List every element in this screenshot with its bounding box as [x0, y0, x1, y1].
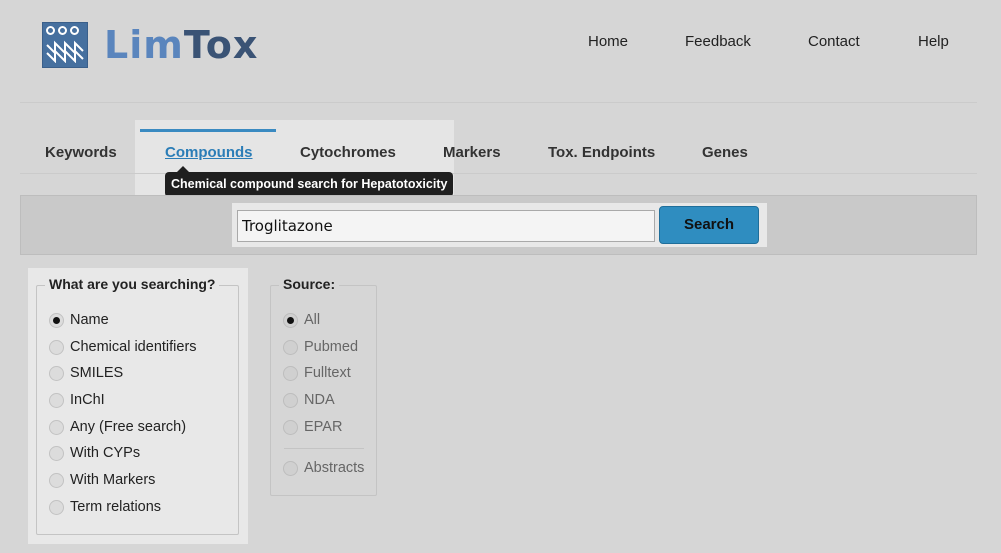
source-option-epar[interactable]: EPAR [283, 419, 342, 435]
search-type-option-name[interactable]: Name [49, 312, 109, 328]
radio-button[interactable] [49, 365, 64, 381]
search-type-option-any[interactable]: Any (Free search) [49, 419, 186, 435]
tab-markers[interactable]: Markers [443, 144, 501, 161]
option-label: With CYPs [70, 445, 141, 461]
search-type-option-inchi[interactable]: InChI [49, 392, 105, 408]
source-option-abstracts[interactable]: Abstracts [283, 460, 364, 476]
option-label: Term relations [70, 499, 162, 515]
nav-contact-link[interactable]: Contact [808, 33, 860, 50]
search-input[interactable] [237, 210, 655, 242]
tab-genes[interactable]: Genes [702, 144, 748, 161]
radio-button[interactable] [49, 499, 64, 515]
radio-button[interactable] [49, 392, 64, 408]
tab-compounds[interactable]: Compounds [165, 144, 253, 161]
radio-button[interactable] [283, 460, 298, 476]
search-tabs: Keywords Compounds Cytochromes Markers T… [0, 130, 1001, 175]
radio-button[interactable] [49, 419, 64, 435]
radio-button[interactable] [283, 339, 298, 355]
search-button[interactable]: Search [659, 206, 759, 244]
source-option-fulltext[interactable]: Fulltext [283, 365, 351, 381]
option-label: EPAR [304, 419, 343, 435]
option-label: All [304, 312, 321, 328]
nav-feedback-link[interactable]: Feedback [685, 33, 751, 50]
radio-button[interactable] [49, 445, 64, 461]
source-option-pubmed[interactable]: Pubmed [283, 339, 358, 355]
option-label: InChI [70, 392, 105, 408]
source-divider [284, 448, 364, 449]
option-label: Name [70, 312, 109, 328]
search-type-option-with-cyps[interactable]: With CYPs [49, 445, 140, 461]
radio-button[interactable] [283, 365, 298, 381]
nav-help-link[interactable]: Help [918, 33, 949, 50]
radio-button[interactable] [283, 419, 298, 435]
search-type-option-chemical-identifiers[interactable]: Chemical identifiers [49, 339, 197, 355]
search-type-legend: What are you searching? [45, 276, 220, 292]
radio-button[interactable] [283, 312, 298, 328]
nav-home-link[interactable]: Home [588, 33, 628, 50]
option-label: With Markers [70, 472, 156, 488]
search-type-option-with-markers[interactable]: With Markers [49, 472, 155, 488]
search-type-option-smiles[interactable]: SMILES [49, 365, 123, 381]
option-label: Any (Free search) [70, 419, 187, 435]
compounds-tooltip: Chemical compound search for Hepatotoxic… [165, 166, 454, 197]
tab-cytochromes[interactable]: Cytochromes [300, 144, 396, 161]
radio-button[interactable] [283, 392, 298, 408]
source-option-nda[interactable]: NDA [283, 392, 335, 408]
source-legend: Source: [279, 276, 340, 292]
header-divider [20, 102, 977, 103]
option-label: NDA [304, 392, 335, 408]
radio-button[interactable] [49, 312, 64, 328]
source-option-all[interactable]: All [283, 312, 320, 328]
option-label: Pubmed [304, 339, 359, 355]
option-label: Abstracts [304, 460, 365, 476]
tabs-divider [20, 173, 977, 174]
tab-keywords[interactable]: Keywords [45, 144, 117, 161]
tab-tox-endpoints[interactable]: Tox. Endpoints [548, 144, 655, 161]
option-label: Fulltext [304, 365, 351, 381]
option-label: Chemical identifiers [70, 339, 197, 355]
top-navigation: Home Feedback Contact Help [0, 33, 1001, 53]
search-type-option-term-relations[interactable]: Term relations [49, 499, 161, 515]
radio-button[interactable] [49, 339, 64, 355]
radio-button[interactable] [49, 472, 64, 488]
option-label: SMILES [70, 365, 124, 381]
